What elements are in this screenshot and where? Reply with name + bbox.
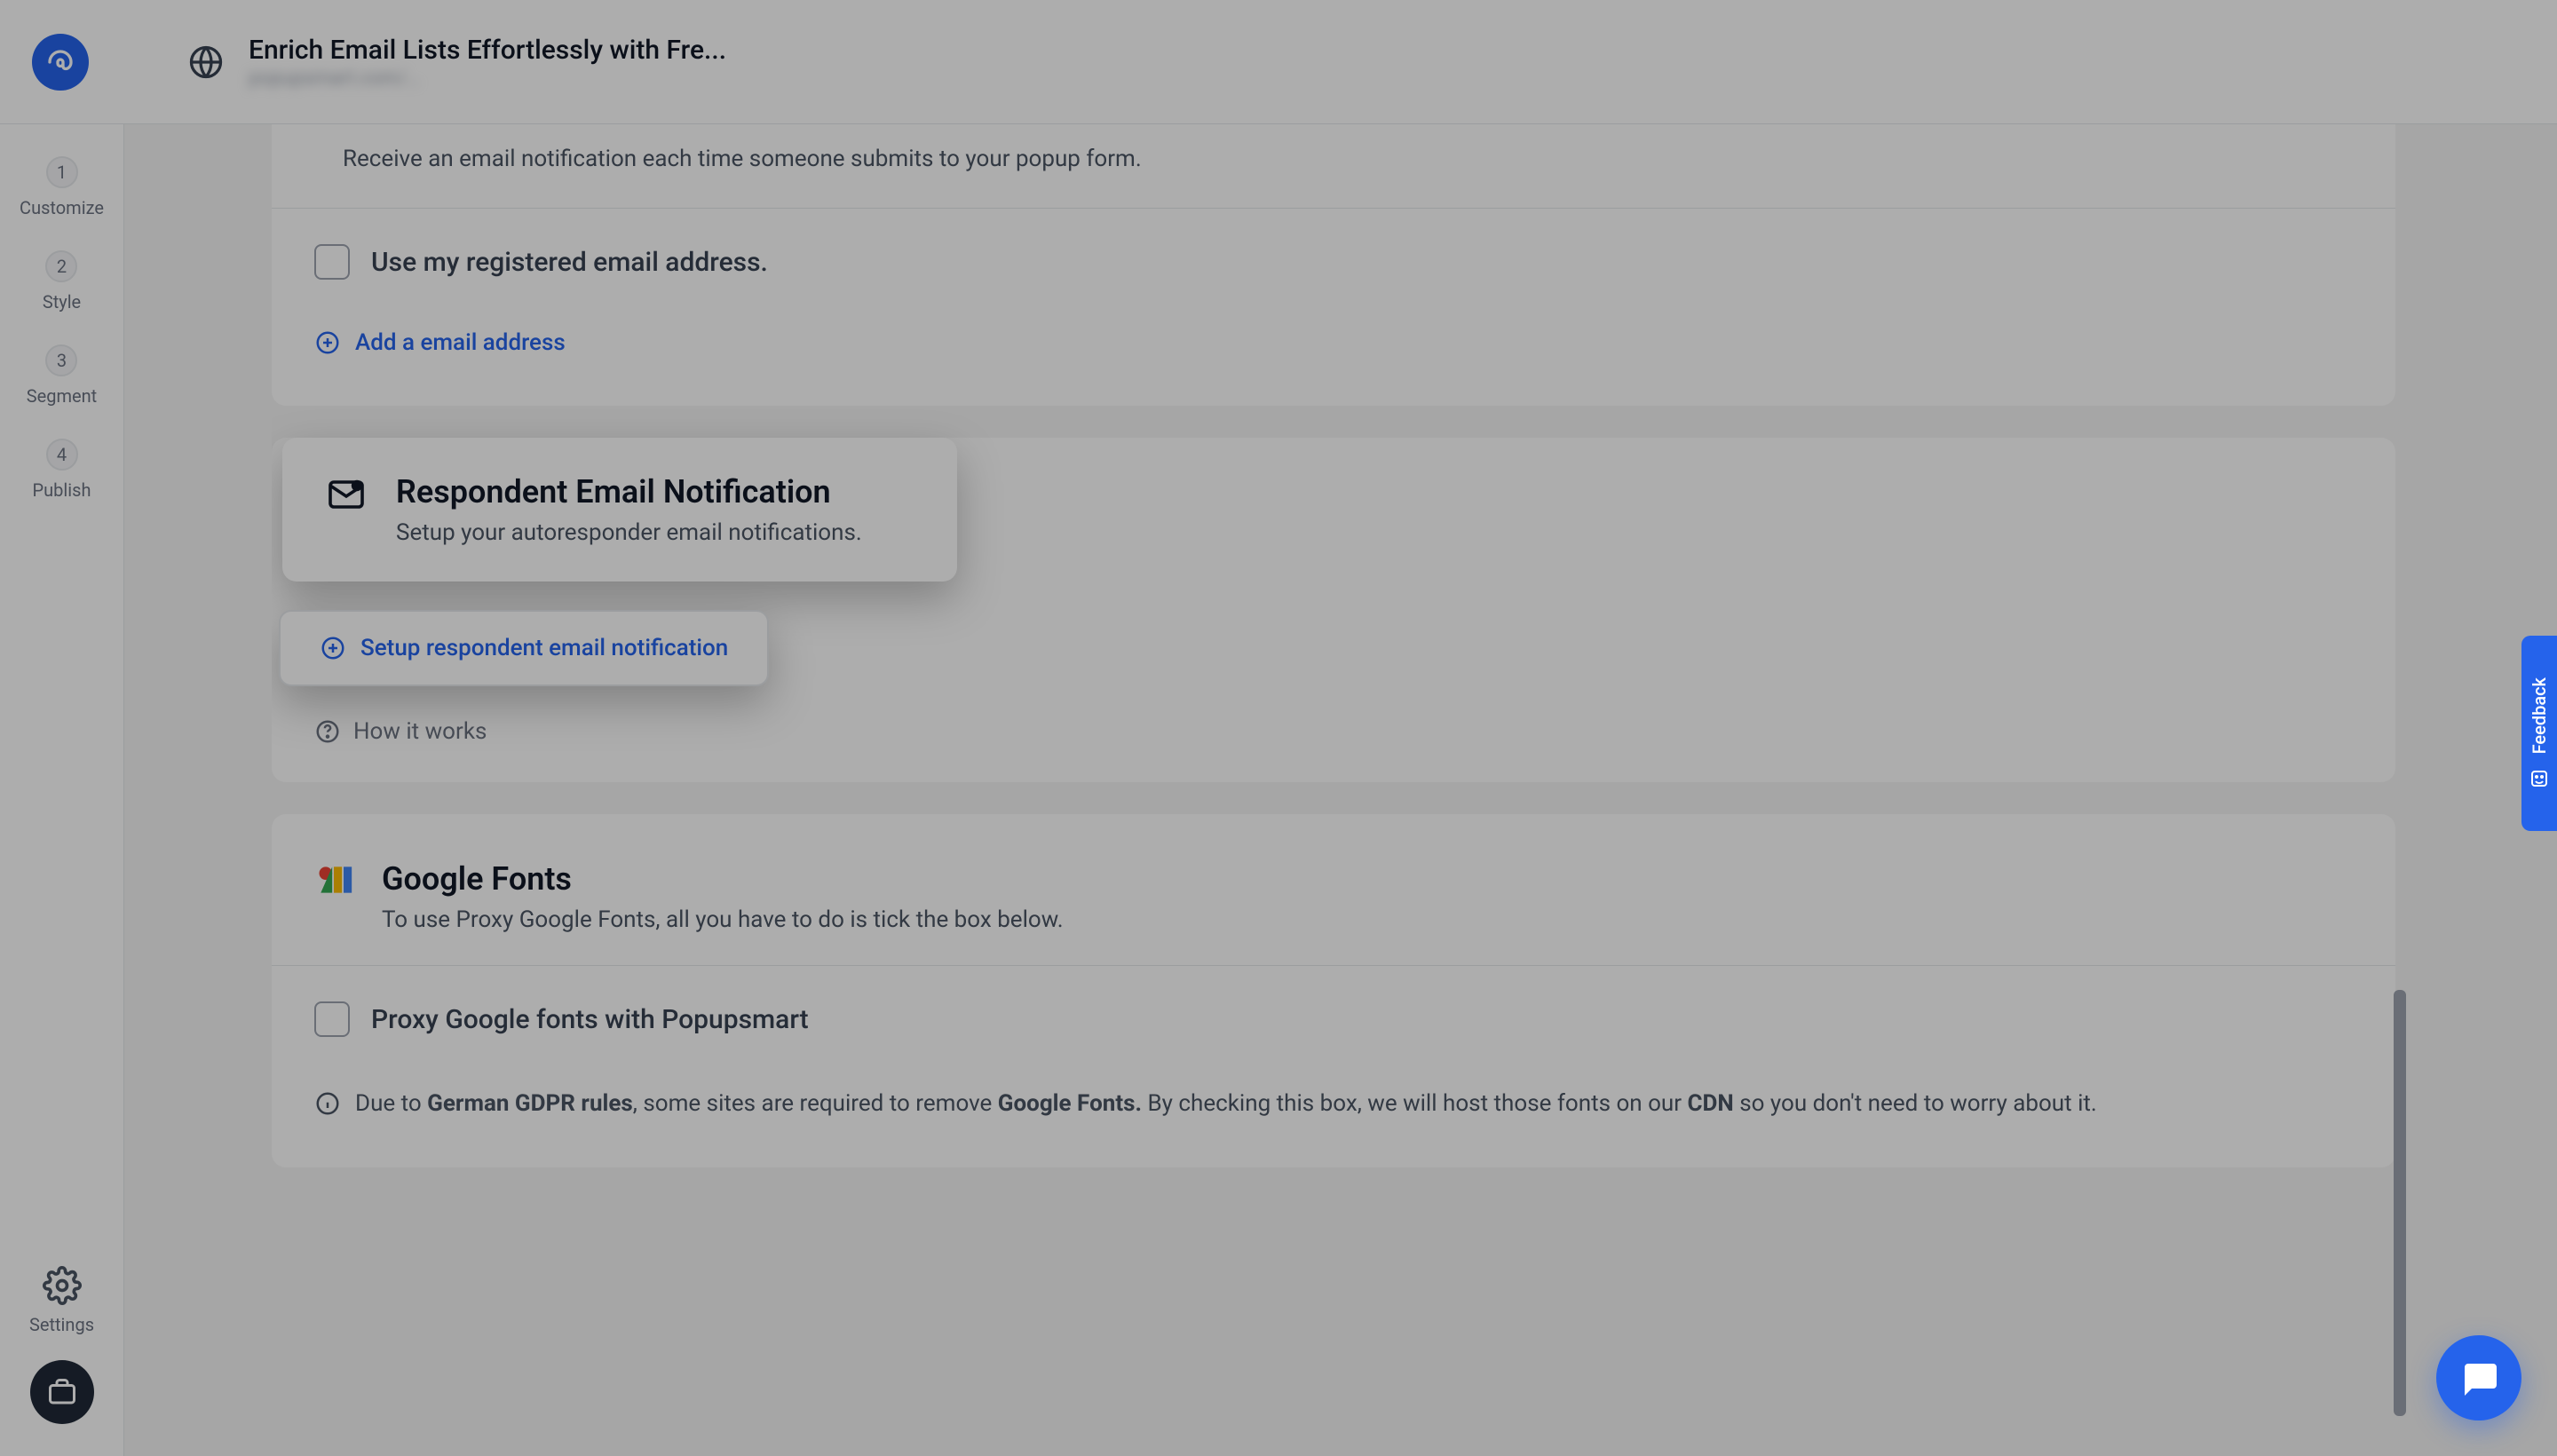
question-circle-icon [314, 718, 341, 745]
globe-icon [185, 41, 227, 83]
smile-icon [2529, 768, 2550, 789]
setup-respondent-button[interactable]: Setup respondent email notification [279, 610, 769, 686]
gear-icon [43, 1266, 82, 1305]
proxy-fonts-checkbox[interactable] [314, 1001, 350, 1037]
feedback-tab[interactable]: Feedback [2521, 636, 2557, 831]
how-it-works-link[interactable]: How it works [272, 686, 2395, 782]
step-customize[interactable]: 1 Customize [20, 156, 104, 218]
brand-logo[interactable] [32, 34, 89, 91]
chat-button[interactable] [2436, 1335, 2521, 1420]
use-registered-email-label: Use my registered email address. [371, 247, 768, 278]
gdpr-notice: Due to German GDPR rules, some sites are… [272, 1087, 2395, 1167]
google-fonts-icon [314, 860, 353, 899]
respondent-header: Respondent Email Notification Setup your… [282, 438, 957, 582]
add-email-address-link[interactable]: Add a email address [272, 329, 608, 406]
fonts-title: Google Fonts [382, 860, 1064, 898]
use-registered-email-checkbox[interactable] [314, 244, 350, 280]
briefcase-button[interactable] [30, 1360, 94, 1424]
step-segment[interactable]: 3 Segment [27, 344, 97, 407]
page-subtitle: popupsmart.com/… [249, 67, 726, 90]
info-circle-icon [314, 1090, 341, 1117]
respondent-notification-card: Respondent Email Notification Setup your… [272, 438, 2395, 782]
step-style[interactable]: 2 Style [43, 250, 81, 313]
main-area: Receive an email notification each time … [272, 124, 2557, 1456]
chat-icon [2458, 1357, 2500, 1399]
respondent-sub: Setup your autoresponder email notificat… [396, 519, 862, 546]
step-publish[interactable]: 4 Publish [33, 439, 91, 501]
plus-circle-icon [314, 329, 341, 356]
settings-button[interactable]: Settings [29, 1266, 94, 1335]
owner-notif-body: Receive an email notification each time … [272, 124, 2395, 208]
scrollbar[interactable] [2394, 124, 2406, 1456]
title-block: Enrich Email Lists Effortlessly with Fre… [249, 35, 726, 90]
mail-icon [325, 473, 368, 516]
owner-notification-card: Receive an email notification each time … [272, 124, 2395, 406]
left-rail: 1 Customize 2 Style 3 Segment 4 Publish … [0, 124, 124, 1456]
fonts-sub: To use Proxy Google Fonts, all you have … [382, 906, 1064, 933]
logo-icon [44, 46, 76, 78]
plus-circle-icon [320, 635, 346, 661]
google-fonts-card: Google Fonts To use Proxy Google Fonts, … [272, 814, 2395, 1167]
proxy-fonts-label: Proxy Google fonts with Popupsmart [371, 1004, 809, 1035]
respondent-title: Respondent Email Notification [396, 473, 862, 510]
header-bar: Enrich Email Lists Effortlessly with Fre… [0, 0, 2557, 124]
page-title: Enrich Email Lists Effortlessly with Fre… [249, 35, 726, 66]
briefcase-icon [46, 1376, 78, 1408]
